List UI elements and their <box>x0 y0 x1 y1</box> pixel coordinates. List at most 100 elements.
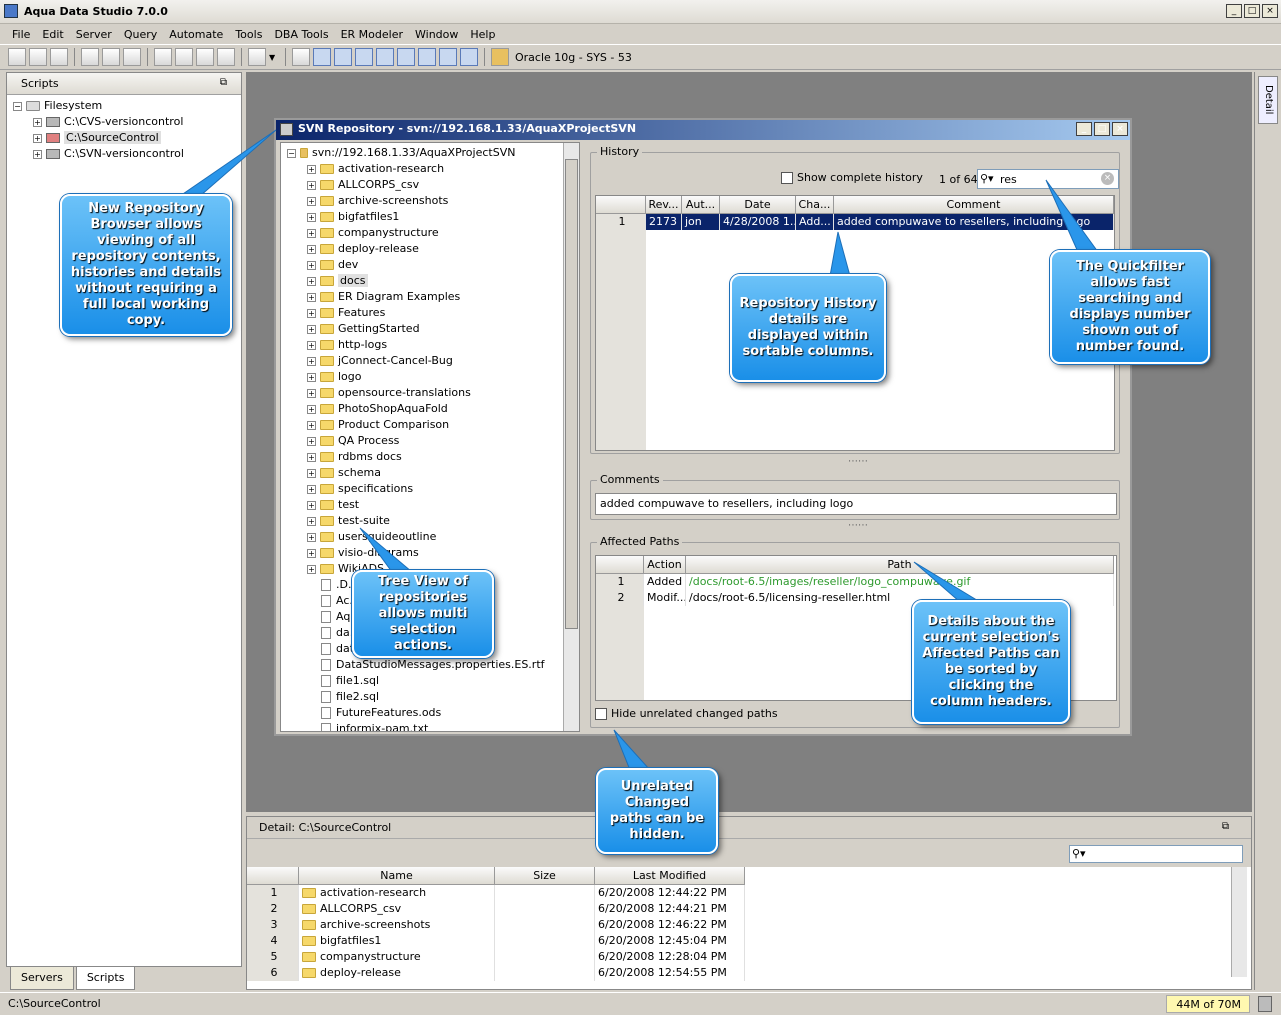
close-button[interactable]: × <box>1262 4 1278 18</box>
tree-node-svn[interactable]: + C:\SVN-versioncontrol <box>13 146 235 162</box>
col-last-modified[interactable]: Last Modified <box>595 867 745 885</box>
col-path[interactable]: Path <box>686 556 1114 574</box>
toolbar-query-icon[interactable] <box>154 48 172 66</box>
menu-edit[interactable]: Edit <box>36 28 69 41</box>
toolbar-layout7-icon[interactable] <box>439 48 457 66</box>
svn-folder-item[interactable]: + specifications <box>287 481 573 497</box>
svn-folder-item[interactable]: + bigfatfiles1 <box>287 209 573 225</box>
toolbar-edit-icon[interactable] <box>102 48 120 66</box>
col-name[interactable]: Name <box>299 867 495 885</box>
svn-folder-item[interactable]: + PhotoShopAquaFold <box>287 401 573 417</box>
tree-node-filesystem[interactable]: − Filesystem <box>13 98 235 114</box>
svn-folder-item[interactable]: + test <box>287 497 573 513</box>
detail-scrollbar[interactable] <box>1231 867 1247 977</box>
svn-folder-item[interactable]: + logo <box>287 369 573 385</box>
svn-folder-item[interactable]: + deploy-release <box>287 241 573 257</box>
svn-file-item[interactable]: file2.sql <box>287 689 573 705</box>
connection-label[interactable]: Oracle 10g - SYS - 53 <box>515 51 632 64</box>
toolbar-layout3-icon[interactable] <box>355 48 373 66</box>
svn-close-button[interactable]: × <box>1112 122 1128 136</box>
quickfilter-input[interactable]: ⚲▾ res × <box>977 169 1119 189</box>
toolbar-procedure-icon[interactable] <box>217 48 235 66</box>
menu-file[interactable]: File <box>6 28 36 41</box>
splitter-handle-2[interactable]: ⋯⋯ <box>848 520 868 531</box>
svn-folder-item[interactable]: + Features <box>287 305 573 321</box>
tree-node-sourcecontrol[interactable]: + C:\SourceControl <box>13 130 235 146</box>
toolbar-script-icon[interactable] <box>248 48 266 66</box>
show-complete-history[interactable]: Show complete history <box>781 171 923 184</box>
svn-file-item[interactable]: informix-pam.txt <box>287 721 573 731</box>
hide-unrelated-checkbox[interactable]: Hide unrelated changed paths <box>595 707 778 720</box>
svn-folder-item[interactable]: + usersguideoutline <box>287 529 573 545</box>
comments-text[interactable]: added compuwave to resellers, including … <box>595 493 1117 515</box>
svn-minimize-button[interactable]: _ <box>1076 122 1092 136</box>
menu-query[interactable]: Query <box>118 28 163 41</box>
toolbar-layout2-icon[interactable] <box>334 48 352 66</box>
toolbar-server-icon[interactable] <box>50 48 68 66</box>
detail-row[interactable]: 2 ALLCORPS_csv 6/20/2008 12:44:21 PM <box>247 901 1251 917</box>
col-size[interactable]: Size <box>495 867 595 885</box>
svn-folder-item[interactable]: + schema <box>287 465 573 481</box>
detail-side-tab[interactable]: Detail <box>1258 76 1278 124</box>
col-rev[interactable]: Rev... <box>646 196 682 214</box>
svn-folder-item[interactable]: + archive-screenshots <box>287 193 573 209</box>
svn-folder-item[interactable]: + http-logs <box>287 337 573 353</box>
toolbar-new-icon[interactable] <box>8 48 26 66</box>
toolbar-layout6-icon[interactable] <box>418 48 436 66</box>
svn-maximize-button[interactable]: □ <box>1094 122 1110 136</box>
toolbar-layout5-icon[interactable] <box>397 48 415 66</box>
detail-search-input[interactable]: ⚲▾ <box>1069 845 1243 863</box>
svn-tree-root[interactable]: − svn://192.168.1.33/AquaXProjectSVN <box>287 145 573 161</box>
svn-folder-item[interactable]: + activation-research <box>287 161 573 177</box>
svn-folder-item[interactable]: + test-suite <box>287 513 573 529</box>
splitter-handle[interactable]: ⋯⋯ <box>848 456 868 467</box>
svn-file-item[interactable]: file1.sql <box>287 673 573 689</box>
menu-automate[interactable]: Automate <box>163 28 229 41</box>
svn-folder-item[interactable]: + jConnect-Cancel-Bug <box>287 353 573 369</box>
toolbar-layout8-icon[interactable] <box>460 48 478 66</box>
toolbar-print-icon[interactable] <box>292 48 310 66</box>
memory-indicator[interactable]: 44M of 70M <box>1166 995 1250 1013</box>
tab-scripts[interactable]: Scripts <box>75 967 136 990</box>
svn-folder-item[interactable]: + docs <box>287 273 573 289</box>
svn-folder-item[interactable]: + Product Comparison <box>287 417 573 433</box>
svn-file-item[interactable]: DataStudioMessages.properties.ES.rtf <box>287 657 573 673</box>
col-action[interactable]: Action <box>644 556 686 574</box>
menu-er-modeler[interactable]: ER Modeler <box>335 28 409 41</box>
svn-folder-item[interactable]: + rdbms docs <box>287 449 573 465</box>
menu-server[interactable]: Server <box>70 28 118 41</box>
toolbar-view-icon[interactable] <box>196 48 214 66</box>
col-date[interactable]: Date <box>720 196 796 214</box>
detail-row[interactable]: 5 companystructure 6/20/2008 12:28:04 PM <box>247 949 1251 965</box>
tree-node-cvs[interactable]: + C:\CVS-versioncontrol <box>13 114 235 130</box>
svn-folder-item[interactable]: + QA Process <box>287 433 573 449</box>
minimize-button[interactable]: _ <box>1226 4 1242 18</box>
dropdown-arrow-icon[interactable]: ▼ <box>269 53 279 62</box>
menu-help[interactable]: Help <box>464 28 501 41</box>
restore-panel-icon[interactable]: ⧉ <box>220 77 227 88</box>
toolbar-layout4-icon[interactable] <box>376 48 394 66</box>
detail-row[interactable]: 3 archive-screenshots 6/20/2008 12:46:22 P… <box>247 917 1251 933</box>
col-author[interactable]: Aut... <box>682 196 720 214</box>
toolbar-open-icon[interactable] <box>29 48 47 66</box>
menu-window[interactable]: Window <box>409 28 464 41</box>
maximize-button[interactable]: □ <box>1244 4 1260 18</box>
svn-folder-item[interactable]: + companystructure <box>287 225 573 241</box>
detail-row[interactable]: 1 activation-research 6/20/2008 12:44:22 P… <box>247 885 1251 901</box>
svn-tree-scrollbar[interactable] <box>563 143 579 731</box>
svn-folder-item[interactable]: + ALLCORPS_csv <box>287 177 573 193</box>
svn-folder-item[interactable]: + opensource-translations <box>287 385 573 401</box>
menu-dba-tools[interactable]: DBA Tools <box>268 28 334 41</box>
clear-search-icon[interactable]: × <box>1101 172 1114 185</box>
col-changes[interactable]: Cha... <box>796 196 834 214</box>
detail-row[interactable]: 6 deploy-release 6/20/2008 12:54:55 PM <box>247 965 1251 981</box>
col-comment[interactable]: Comment <box>834 196 1114 214</box>
toolbar-layout1-icon[interactable] <box>313 48 331 66</box>
svn-file-item[interactable]: FutureFeatures.ods <box>287 705 573 721</box>
svn-folder-item[interactable]: + visio-diagrams <box>287 545 573 561</box>
menu-tools[interactable]: Tools <box>229 28 268 41</box>
restore-detail-icon[interactable]: ⧉ <box>1222 821 1229 832</box>
svn-folder-item[interactable]: + ER Diagram Examples <box>287 289 573 305</box>
svn-folder-item[interactable]: + dev <box>287 257 573 273</box>
gc-trash-icon[interactable] <box>1258 996 1272 1012</box>
